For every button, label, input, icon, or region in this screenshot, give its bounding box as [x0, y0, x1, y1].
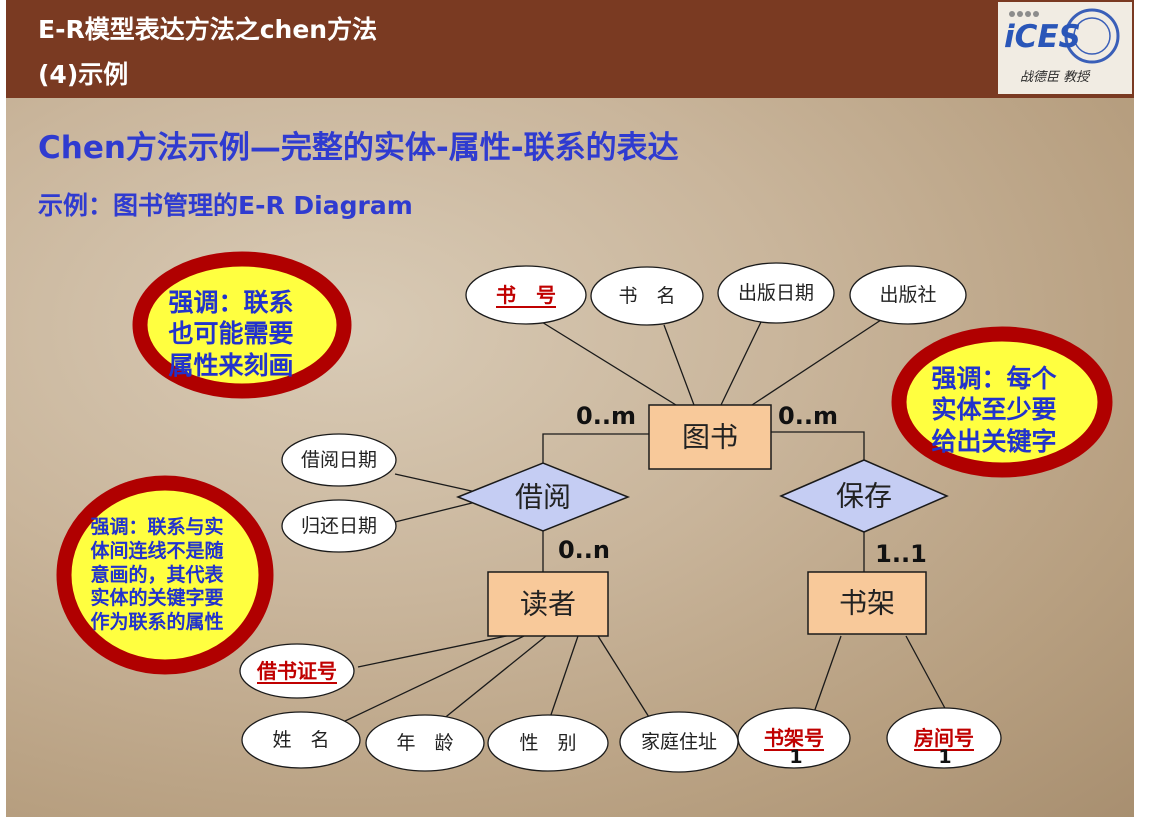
- attribute-label-age: 年 龄: [396, 732, 453, 754]
- attribute-label-gender: 性 别: [519, 732, 576, 754]
- slide: E-R模型表达方法之chen方法 (4)示例 iCES 战德臣 教授 Chen方…: [6, 0, 1134, 817]
- link-borrow-date: [394, 473, 477, 493]
- attribute-label-publisher: 出版社: [879, 284, 936, 306]
- callout-link-keys-line-3: 意画的，其代表: [90, 563, 224, 586]
- cardinality-store-shelf: 1..1: [875, 540, 927, 568]
- entity-label-reader: 读者: [520, 588, 576, 621]
- link-publisher: [751, 317, 885, 406]
- callout-entity-key: 强调：每个 实体至少要 给出关键字: [904, 363, 1084, 457]
- callout-link-keys-line-5: 作为联系的属性: [90, 611, 224, 633]
- callout-relationship-attrs-line-2: 也可能需要: [168, 319, 294, 349]
- cardinality-book-borrow: 0..m: [576, 402, 636, 430]
- cardinality-book-store: 0..m: [778, 402, 838, 430]
- callout-link-keys-line-4: 实体的关键字要: [90, 587, 224, 610]
- attribute-label-card-no: 借书证号: [256, 659, 337, 683]
- cardinality-borrow-reader: 0..n: [558, 536, 610, 564]
- attribute-label-publish-date: 出版日期: [738, 282, 814, 304]
- attribute-label-book-name: 书 名: [618, 285, 675, 307]
- callout-relationship-attrs-line-3: 属性来刻画: [168, 350, 294, 380]
- entity-label-shelf: 书架: [839, 587, 895, 620]
- callout-link-keys-line-1: 强调：联系与实: [90, 516, 224, 538]
- attribute-label-address: 家庭住址: [641, 731, 717, 753]
- entity-label-book: 图书: [682, 421, 738, 454]
- link-publish-date: [720, 321, 762, 406]
- callout-entity-key-line-2: 实体至少要: [931, 395, 1057, 425]
- attribute-label-borrow-date: 借阅日期: [301, 449, 377, 471]
- callout-entity-key-line-3: 给出关键字: [931, 426, 1057, 456]
- relationship-label-borrow: 借阅: [515, 481, 571, 514]
- callout-link-keys-line-2: 体间连线不是随: [90, 539, 224, 562]
- cardinality-shelf-no: 1: [789, 746, 802, 768]
- cardinality-room-no: 1: [938, 746, 951, 768]
- attribute-label-book-no: 书 号: [496, 283, 556, 307]
- attribute-label-return-date: 归还日期: [301, 515, 377, 537]
- callout-relationship-attrs: 强调：联系 也可能需要 属性来刻画: [146, 287, 316, 381]
- link-card-no: [357, 634, 512, 668]
- link-shelf-no: [811, 635, 842, 719]
- callout-relationship-attrs-line-1: 强调：联系: [168, 288, 294, 317]
- attribute-label-name: 姓 名: [272, 729, 329, 751]
- callout-entity-key-line-1: 强调：每个: [931, 364, 1057, 393]
- link-return-date: [394, 501, 477, 523]
- callout-link-keys: 强调：联系与实 体间连线不是随 意画的，其代表 实体的关键字要 作为联系的属性: [68, 516, 246, 635]
- link-room-no: [905, 635, 948, 713]
- relationship-label-store: 保存: [836, 480, 892, 513]
- link-book-name: [663, 324, 695, 406]
